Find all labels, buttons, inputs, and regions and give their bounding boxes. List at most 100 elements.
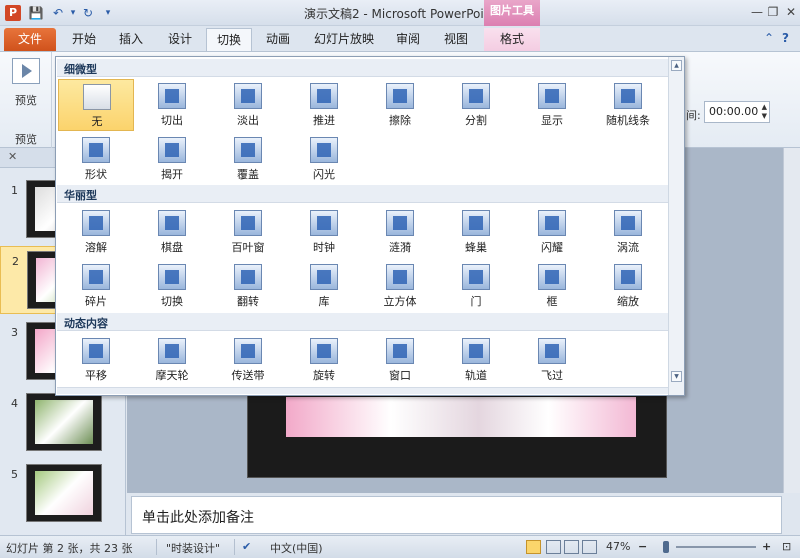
transition-exciting-4[interactable]: 涟漪 (362, 206, 438, 258)
transition-thumbnail-icon (82, 210, 110, 236)
transition-label: 旋转 (313, 369, 335, 382)
transition-thumbnail-icon (158, 83, 186, 109)
transition-exciting-15[interactable]: 缩放 (590, 260, 666, 312)
transition-dynamic-1[interactable]: 摩天轮 (134, 334, 210, 386)
tab-home[interactable]: 开始 (62, 28, 106, 51)
transition-dynamic-2[interactable]: 传送带 (210, 334, 286, 386)
transition-subtle-11[interactable]: 闪光 (286, 133, 362, 185)
preview-button-label[interactable]: 预览 (0, 92, 52, 108)
tab-design[interactable]: 设计 (158, 28, 202, 51)
transition-exciting-9[interactable]: 切换 (134, 260, 210, 312)
transition-exciting-0[interactable]: 溶解 (58, 206, 134, 258)
transition-subtle-0[interactable]: 无 (58, 79, 134, 131)
transition-subtle-2[interactable]: 淡出 (210, 79, 286, 131)
transition-exciting-5[interactable]: 蜂巢 (438, 206, 514, 258)
transition-subtle-1[interactable]: 切出 (134, 79, 210, 131)
slide-sorter-view-icon[interactable] (546, 540, 561, 554)
close-pane-icon[interactable]: ✕ (8, 150, 17, 163)
zoom-level[interactable]: 47% (606, 540, 630, 553)
transition-label: 推进 (313, 114, 335, 127)
transition-exciting-7[interactable]: 涡流 (590, 206, 666, 258)
tab-format[interactable]: 格式 (484, 28, 540, 51)
transition-subtle-8[interactable]: 形状 (58, 133, 134, 185)
transition-thumbnail-icon (234, 83, 262, 109)
duration-field[interactable]: 00:00.00 ▲ ▼ (704, 101, 770, 123)
transition-label: 溶解 (85, 241, 107, 254)
language-status[interactable]: 中文(中国) (270, 540, 323, 556)
transition-exciting-11[interactable]: 库 (286, 260, 362, 312)
gallery-scrollbar[interactable]: ▲ ▼ (668, 57, 684, 395)
transition-thumbnail-icon (462, 83, 490, 109)
current-slide[interactable] (247, 392, 667, 478)
spell-check-icon[interactable]: ✔ (242, 540, 251, 553)
spin-up-icon[interactable]: ▲ (762, 103, 767, 111)
gallery-scroll-up-icon[interactable]: ▲ (671, 60, 682, 71)
preview-icon[interactable] (12, 58, 40, 84)
transition-label: 无 (91, 115, 103, 128)
transition-dynamic-0[interactable]: 平移 (58, 334, 134, 386)
transition-subtle-7[interactable]: 随机线条 (590, 79, 666, 131)
zoom-out-icon[interactable]: − (638, 540, 647, 553)
transition-label: 飞过 (541, 369, 563, 382)
transition-subtle-6[interactable]: 显示 (514, 79, 590, 131)
transition-thumbnail-icon (310, 338, 338, 364)
transition-exciting-8[interactable]: 碎片 (58, 260, 134, 312)
transition-exciting-6[interactable]: 闪耀 (514, 206, 590, 258)
transition-label: 淡出 (237, 114, 259, 127)
slide-show-view-icon[interactable] (582, 540, 597, 554)
tab-view[interactable]: 视图 (434, 28, 478, 51)
transition-exciting-14[interactable]: 框 (514, 260, 590, 312)
transition-subtle-5[interactable]: 分割 (438, 79, 514, 131)
transition-label: 显示 (541, 114, 563, 127)
transition-exciting-13[interactable]: 门 (438, 260, 514, 312)
transition-exciting-3[interactable]: 时钟 (286, 206, 362, 258)
transition-dynamic-6[interactable]: 飞过 (514, 334, 590, 386)
transition-subtle-9[interactable]: 揭开 (134, 133, 210, 185)
minimize-ribbon-icon[interactable]: ⌃ (764, 31, 774, 45)
normal-view-icon[interactable] (526, 540, 541, 554)
category-dynamic: 动态内容 (57, 313, 668, 331)
transition-exciting-2[interactable]: 百叶窗 (210, 206, 286, 258)
tab-animations[interactable]: 动画 (256, 28, 300, 51)
transition-label: 涟漪 (389, 241, 411, 254)
vertical-scrollbar[interactable] (783, 148, 800, 493)
zoom-slider-track[interactable] (676, 546, 756, 548)
gallery-resize-grip[interactable] (57, 387, 668, 394)
spin-down-icon[interactable]: ▼ (762, 112, 767, 120)
transition-thumbnail-icon (310, 83, 338, 109)
transition-exciting-12[interactable]: 立方体 (362, 260, 438, 312)
zoom-slider-thumb[interactable] (663, 541, 669, 553)
transition-label: 碎片 (85, 295, 107, 308)
transition-exciting-10[interactable]: 翻转 (210, 260, 286, 312)
slide-picture[interactable] (286, 397, 636, 437)
restore-button[interactable]: ❐ (764, 3, 782, 21)
tab-transitions[interactable]: 切换 (206, 28, 252, 51)
transition-dynamic-4[interactable]: 窗口 (362, 334, 438, 386)
tab-slide-show[interactable]: 幻灯片放映 (304, 28, 384, 51)
notes-pane[interactable]: 单击此处添加备注 (131, 496, 782, 534)
reading-view-icon[interactable] (564, 540, 579, 554)
tab-insert[interactable]: 插入 (110, 28, 152, 51)
gallery-scroll-down-icon[interactable]: ▼ (671, 371, 682, 382)
tab-file[interactable]: 文件 (4, 28, 56, 51)
fit-to-window-icon[interactable]: ⊡ (782, 540, 791, 553)
transition-subtle-4[interactable]: 擦除 (362, 79, 438, 131)
transition-subtle-3[interactable]: 推进 (286, 79, 362, 131)
close-button[interactable]: ✕ (782, 3, 800, 21)
tab-review[interactable]: 审阅 (388, 28, 428, 51)
slide-thumbnail[interactable]: 5 (0, 460, 126, 528)
transition-label: 闪耀 (541, 241, 563, 254)
preview-group-label: 预览 (15, 133, 37, 146)
help-icon[interactable]: ? (782, 31, 789, 45)
transition-thumbnail-icon (386, 338, 414, 364)
transition-thumbnail-icon (310, 137, 338, 163)
transition-thumbnail-icon (158, 137, 186, 163)
transition-subtle-10[interactable]: 覆盖 (210, 133, 286, 185)
zoom-in-icon[interactable]: + (762, 540, 771, 553)
transition-label: 框 (546, 295, 558, 308)
slide-thumbnail[interactable]: 4 (0, 389, 126, 457)
theme-name[interactable]: "时装设计" (166, 540, 220, 556)
transition-exciting-1[interactable]: 棋盘 (134, 206, 210, 258)
transition-dynamic-5[interactable]: 轨道 (438, 334, 514, 386)
transition-dynamic-3[interactable]: 旋转 (286, 334, 362, 386)
